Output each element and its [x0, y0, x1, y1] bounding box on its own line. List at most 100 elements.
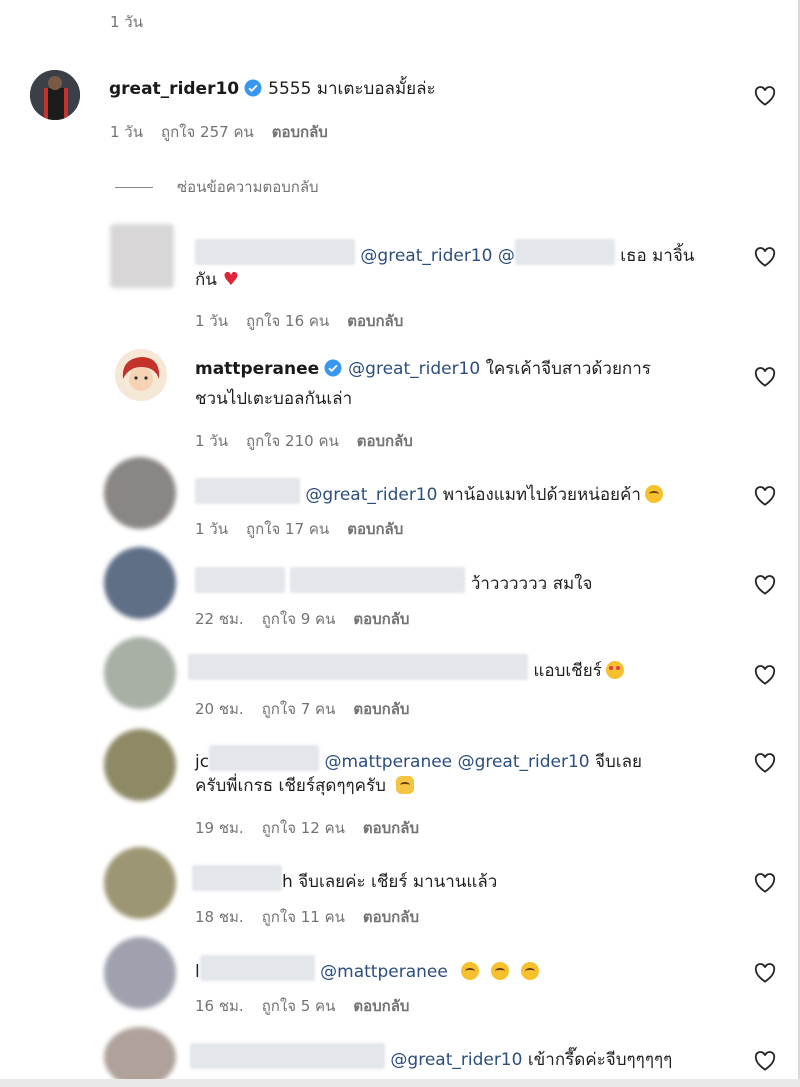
mention-link[interactable]: @great_rider10: [458, 752, 590, 772]
avatar[interactable]: [104, 1027, 176, 1087]
comment-meta: 19 ชม. ถูกใจ 12 คน ตอบกลับ: [195, 816, 437, 840]
comment-text: ว้าวววววว สมใจ: [470, 574, 593, 594]
comment-text-line: กัน ♥: [195, 269, 239, 291]
mention-link[interactable]: @great_rider10: [390, 1050, 522, 1070]
tears-of-joy-emoji: [461, 962, 480, 980]
mention-link[interactable]: @great_rider10: [305, 485, 437, 505]
comment-text: พาน้องแมทไปด้วยหน่อยค้า: [442, 485, 641, 505]
like-heart-icon[interactable]: [754, 486, 776, 506]
comment-time: 1 วัน: [195, 432, 228, 450]
comment-text-line: h จีบเลยค่ะ เชียร์ มานานแล้ว: [192, 865, 497, 893]
comment-time: 1 วัน: [110, 123, 143, 141]
blurred-username: [195, 478, 300, 504]
like-heart-icon[interactable]: [754, 665, 776, 685]
blurred-username: [195, 239, 355, 265]
username[interactable]: mattperanee: [195, 359, 319, 379]
reply-button[interactable]: ตอบกลับ: [347, 520, 403, 538]
comment-time: 1 วัน: [195, 312, 228, 330]
comment-text: จีบเลย: [595, 752, 642, 772]
comment-text-line: l @mattperanee: [195, 955, 540, 983]
comment-text: เธอ มาจิ้น: [620, 246, 695, 266]
username-fragment[interactable]: jc: [195, 752, 209, 772]
comment-text: เข้ากรี๊ดค่ะจีบๆๆๆๆๆ: [527, 1050, 673, 1070]
like-heart-icon[interactable]: [754, 873, 776, 893]
mention-link[interactable]: @mattperanee: [320, 962, 448, 982]
blurred-username: [195, 567, 285, 593]
comment-time: 18 ชม.: [195, 908, 244, 926]
avatar[interactable]: [115, 349, 167, 401]
avatar[interactable]: [30, 70, 80, 120]
blurred-mention: [290, 567, 466, 593]
like-heart-icon[interactable]: [754, 367, 776, 387]
avatar[interactable]: [110, 224, 174, 288]
blurred-username: [192, 865, 282, 891]
reply-button[interactable]: ตอบกลับ: [347, 312, 403, 330]
avatar[interactable]: [104, 729, 176, 801]
comment-text-line: ว้าวววววว สมใจ: [195, 567, 592, 595]
divider-line: [115, 187, 153, 188]
mention-link[interactable]: @: [498, 246, 515, 266]
comment-text: กัน: [195, 270, 217, 290]
username-fragment[interactable]: h: [282, 872, 293, 892]
mention-link[interactable]: @mattperanee: [324, 752, 452, 772]
avatar[interactable]: [104, 847, 176, 919]
horizontal-scrollbar[interactable]: [0, 1079, 800, 1087]
like-heart-icon[interactable]: [754, 86, 776, 106]
raised-hands-emoji: [395, 776, 414, 794]
reply-button[interactable]: ตอบกลับ: [353, 700, 409, 718]
reply-button[interactable]: ตอบกลับ: [363, 819, 419, 837]
comment-meta: 22 ชม. ถูกใจ 9 คน ตอบกลับ: [195, 607, 427, 631]
like-heart-icon[interactable]: [754, 753, 776, 773]
avatar[interactable]: [104, 457, 176, 529]
like-count[interactable]: ถูกใจ 12 คน: [262, 819, 345, 837]
comment-meta: 1 วัน ถูกใจ 17 คน ตอบกลับ: [195, 517, 421, 541]
like-count[interactable]: ถูกใจ 210 คน: [246, 432, 339, 450]
reply-button[interactable]: ตอบกลับ: [363, 908, 419, 926]
mention-link[interactable]: @great_rider10: [360, 246, 492, 266]
comment-text: ชวนไปเตะบอลกันเล่า: [195, 389, 353, 409]
like-heart-icon[interactable]: [754, 963, 776, 983]
comment-text-line: mattperanee @great_rider10 ใครเค้าจีบสาวด…: [195, 358, 651, 383]
like-count[interactable]: ถูกใจ 9 คน: [262, 610, 336, 628]
comment-text-line: แอบเชียร์: [188, 654, 624, 682]
comment-time: 1 วัน: [195, 520, 228, 538]
like-count[interactable]: ถูกใจ 7 คน: [262, 700, 336, 718]
red-heart-emoji: ♥: [222, 269, 240, 290]
tears-of-joy-emoji: [491, 962, 510, 980]
heart-eyes-emoji: [605, 661, 624, 679]
like-heart-icon[interactable]: [754, 247, 776, 267]
reply-button[interactable]: ตอบกลับ: [353, 997, 409, 1015]
like-count[interactable]: ถูกใจ 17 คน: [246, 520, 329, 538]
comment-text: แอบเชียร์: [533, 661, 602, 681]
blurred-username: [209, 745, 320, 771]
comment-text: 5555 มาเตะบอลมั้ยล่ะ: [268, 79, 436, 99]
like-count[interactable]: ถูกใจ 11 คน: [262, 908, 345, 926]
username[interactable]: great_rider10: [109, 79, 239, 99]
avatar[interactable]: [104, 637, 176, 709]
comment-time: 20 ชม.: [195, 700, 244, 718]
blurred-username: [190, 1043, 385, 1069]
like-heart-icon[interactable]: [754, 1051, 776, 1071]
previous-comment-time: 1 วัน: [110, 13, 143, 31]
avatar[interactable]: [104, 547, 176, 619]
avatar[interactable]: [104, 937, 176, 1009]
comment-text: จีบเลยค่ะ เชียร์ มานานแล้ว: [298, 872, 498, 892]
reply-button[interactable]: ตอบกลับ: [357, 432, 413, 450]
blurred-mention: [514, 239, 615, 265]
reply-button[interactable]: ตอบกลับ: [272, 123, 328, 141]
comment-text-line: great_rider10 5555 มาเตะบอลมั้ยล่ะ: [109, 78, 436, 103]
like-heart-icon[interactable]: [754, 575, 776, 595]
hide-replies-button[interactable]: ซ่อนข้อความตอบกลับ: [115, 175, 319, 199]
reply-button[interactable]: ตอบกลับ: [353, 610, 409, 628]
comment-text-line: ครับพี่เกรธ เชียร์สุดๆๆครับ: [195, 775, 414, 797]
blurred-username: [188, 654, 528, 680]
comment-meta: 20 ชม. ถูกใจ 7 คน ตอบกลับ: [195, 697, 427, 721]
comment-text-line: ชวนไปเตะบอลกันเล่า: [195, 388, 352, 410]
like-count[interactable]: ถูกใจ 257 คน: [161, 123, 254, 141]
comment-meta: 18 ชม. ถูกใจ 11 คน ตอบกลับ: [195, 905, 437, 929]
mention-link[interactable]: @great_rider10: [348, 359, 480, 379]
comment-meta: 1 วัน ถูกใจ 257 คน ตอบกลับ: [110, 120, 346, 144]
like-count[interactable]: ถูกใจ 16 คน: [246, 312, 329, 330]
like-count[interactable]: ถูกใจ 5 คน: [262, 997, 336, 1015]
comment-text-line: jc @mattperanee @great_rider10 จีบเลย: [195, 745, 642, 773]
